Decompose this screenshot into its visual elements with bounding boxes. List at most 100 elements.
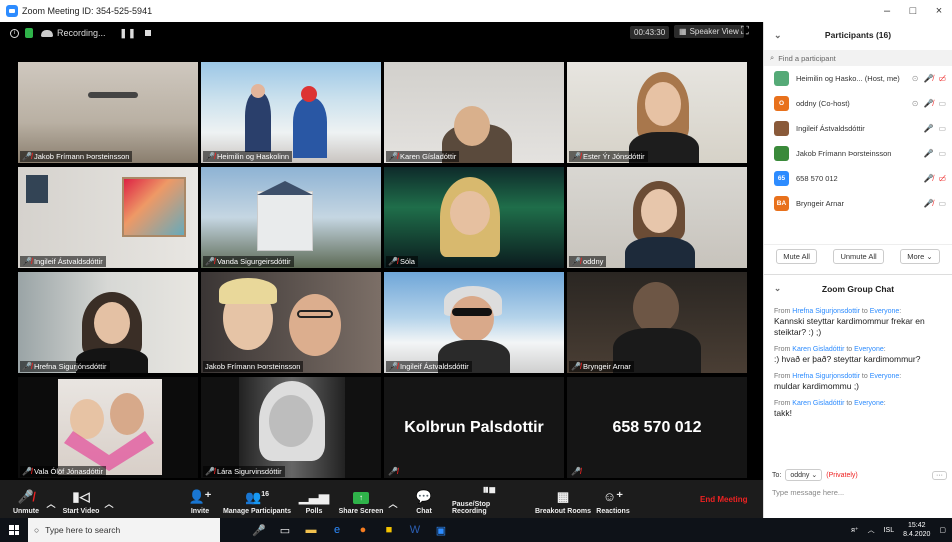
video-icon: ▭: [938, 149, 946, 158]
fullscreen-icon[interactable]: ⛶: [741, 25, 749, 38]
collapse-chevron-icon[interactable]: ⌄: [774, 283, 781, 294]
zoom-taskbar-icon[interactable]: ▣: [428, 518, 454, 542]
collapse-chevron-icon[interactable]: ⌄: [774, 30, 782, 41]
invite-label: Invite: [190, 508, 210, 515]
more-button[interactable]: More ⌄: [900, 249, 940, 264]
tray-expand-icon[interactable]: ︿: [868, 525, 875, 535]
participant-row[interactable]: Ingileif Ástvaldsdóttir 🎤 ▭: [764, 116, 952, 141]
speaker-view-button[interactable]: ▦ Speaker View: [674, 25, 744, 38]
chat-button[interactable]: 💬 Chat: [412, 480, 436, 518]
end-meeting-button[interactable]: End Meeting: [700, 495, 748, 504]
grid-icon: ▦: [679, 27, 687, 36]
participant-status-icons: ⊙ 🎤̸ ▭: [912, 99, 946, 108]
chat-title: Zoom Group Chat: [821, 283, 895, 294]
tile-name: 🎤̸ Hrefna Sigurjónsdóttir: [20, 361, 110, 372]
language-indicator[interactable]: ISL: [884, 527, 895, 534]
audio-options-caret[interactable]: ︿: [44, 480, 58, 518]
meeting-timer: 00:43:30: [630, 26, 670, 39]
close-button[interactable]: ×: [924, 0, 952, 22]
edge-browser-icon[interactable]: e: [324, 518, 350, 542]
video-tile[interactable]: 🎤̸ Heimilin og Haskolinn: [201, 62, 381, 163]
unmute-all-button[interactable]: Unmute All: [833, 249, 884, 264]
video-tile[interactable]: 🎤̸ Sóla: [384, 167, 564, 268]
video-tile[interactable]: 🎤̸ Jakob Frímann Þorsteinsson: [18, 62, 198, 163]
sticky-notes-icon[interactable]: ■: [376, 518, 402, 542]
taskbar-search-input[interactable]: ○ Type here to search: [28, 518, 220, 542]
polls-icon: ▁▃▅: [299, 489, 329, 504]
video-tile[interactable]: 🎤̸ Ingileif Ástvaldsdóttir: [18, 167, 198, 268]
participant-row[interactable]: Jakob Frímann Þorsteinsson 🎤 ▭: [764, 141, 952, 166]
participant-row[interactable]: BA Bryngeir Arnar 🎤̸ ▭: [764, 191, 952, 216]
video-off-icon: ▭̸: [938, 174, 946, 183]
chat-private-label: (Privately): [826, 471, 858, 479]
participant-search-placeholder: Find a participant: [778, 53, 836, 63]
participant-row[interactable]: Heimilin og Hasko... (Host, me) ⊙ 🎤̸ ▭̸: [764, 66, 952, 91]
participant-status-icons: 🎤 ▭: [923, 124, 946, 133]
muted-mic-icon: 🎤̸: [22, 257, 32, 266]
recording-icon: ⊙: [911, 99, 919, 108]
muted-mic-icon: 🎤̸: [923, 174, 934, 183]
participant-row[interactable]: O oddny (Co-host) ⊙ 🎤̸ ▭: [764, 91, 952, 116]
video-options-caret[interactable]: ︿: [102, 480, 116, 518]
video-tile[interactable]: 🎤̸ Ester Ýr Jónsdóttir: [567, 62, 747, 163]
participant-name: Heimilin og Hasko... (Host, me): [796, 74, 900, 83]
pause-recording-icon[interactable]: ❚❚: [120, 28, 137, 39]
pause-recording-button[interactable]: ⏸⏹ Pause/Stop Recording: [452, 480, 526, 518]
share-screen-icon: ↑: [353, 492, 369, 504]
chat-message-input[interactable]: Type message here...: [772, 488, 844, 497]
window-title: Zoom Meeting ID: 354-525-5941: [22, 6, 153, 16]
unmute-button[interactable]: 🎤̸ Unmute: [6, 480, 46, 518]
participant-row[interactable]: 65 658 570 012 🎤̸ ▭̸: [764, 166, 952, 191]
chat-messages: From Hrefna Sigurjonsdottir to Everyone:…: [764, 302, 952, 460]
chat-more-icon[interactable]: ···: [932, 470, 947, 480]
invite-button[interactable]: 👤⁺ Invite: [186, 480, 214, 518]
video-tile-name-only[interactable]: Kolbrun Palsdottir 🎤̸: [384, 377, 564, 478]
participant-search-input[interactable]: ⌕ Find a participant: [764, 50, 952, 66]
meeting-toolbar: 🎤̸ Unmute ︿ ▮◁ Start Video ︿ 👤⁺ Invite 👥…: [0, 480, 763, 518]
word-icon[interactable]: W: [402, 518, 428, 542]
video-tile[interactable]: 🎤̸ Lára Sigurvinsdóttir: [201, 377, 381, 478]
video-tile[interactable]: 🎤̸ Ingileif Ástvaldsdóttir: [384, 272, 564, 373]
microphone-icon[interactable]: 🎤: [246, 518, 272, 542]
video-tile[interactable]: 🎤̸ Karen Gísladóttir: [384, 62, 564, 163]
task-view-icon[interactable]: ▭: [272, 518, 298, 542]
firefox-icon[interactable]: ●: [350, 518, 376, 542]
zoom-window: Zoom Meeting ID: 354-525-5941 – □ × i Re…: [0, 0, 952, 542]
video-tile-name-only[interactable]: 658 570 012 🎤̸: [567, 377, 747, 478]
tile-name: 🎤̸ Ingileif Ástvaldsdóttir: [20, 256, 106, 267]
mute-all-button[interactable]: Mute All: [776, 249, 817, 264]
people-icon[interactable]: ᴙ⁺: [851, 526, 859, 534]
video-tile[interactable]: 🎤̸ Hrefna Sigurjónsdóttir: [18, 272, 198, 373]
participant-status-icons: 🎤̸ ▭: [923, 199, 946, 208]
start-video-button[interactable]: ▮◁ Start Video: [58, 480, 104, 518]
video-tile[interactable]: 🎤̸ oddny: [567, 167, 747, 268]
share-options-caret[interactable]: ︿: [386, 480, 400, 518]
file-explorer-icon[interactable]: ▬: [298, 518, 324, 542]
windows-start-icon[interactable]: [0, 518, 28, 542]
participant-name: Bryngeir Arnar: [796, 199, 844, 208]
chat-recipient-row: To: oddny ⌄ (Privately) ···: [772, 469, 947, 481]
polls-button[interactable]: ▁▃▅ Polls: [299, 480, 329, 518]
muted-mic-icon: 🎤̸: [205, 152, 215, 161]
tile-name: 🎤̸ Lára Sigurvinsdóttir: [203, 466, 285, 477]
info-icon[interactable]: i: [10, 28, 19, 38]
breakout-rooms-label: Breakout Rooms: [534, 508, 591, 515]
breakout-rooms-button[interactable]: ▦ Breakout Rooms: [534, 480, 592, 518]
reactions-button[interactable]: ☺⁺ Reactions: [596, 480, 630, 518]
stop-recording-icon[interactable]: [144, 30, 151, 36]
video-tile-active-speaker[interactable]: Jakob Frímann Þorsteinsson: [201, 272, 381, 373]
side-panel: ⌄ Participants (16) ⌕ Find a participant…: [763, 22, 952, 518]
clock[interactable]: 15:42 8.4.2020: [903, 521, 930, 539]
video-tile[interactable]: 🎤̸ Bryngeir Arnar: [567, 272, 747, 373]
tile-name: 🎤̸ Jakob Frímann Þorsteinsson: [20, 151, 133, 162]
share-screen-button[interactable]: ↑ Share Screen: [338, 480, 384, 518]
lock-icon[interactable]: [25, 28, 33, 38]
notifications-icon[interactable]: ▢: [939, 526, 946, 534]
chat-recipient-select[interactable]: oddny ⌄: [785, 469, 823, 481]
muted-mic-icon: 🎤̸: [205, 257, 215, 266]
manage-participants-button[interactable]: 👥16 Manage Participants: [220, 480, 294, 518]
video-icon: ▭: [938, 199, 946, 208]
muted-mic-icon: 🎤̸: [571, 257, 581, 266]
video-tile[interactable]: 🎤̸ Vala Ólöf Jónasdóttir: [18, 377, 198, 478]
video-tile[interactable]: 🎤̸ Vanda Sigurgeirsdóttir: [201, 167, 381, 268]
